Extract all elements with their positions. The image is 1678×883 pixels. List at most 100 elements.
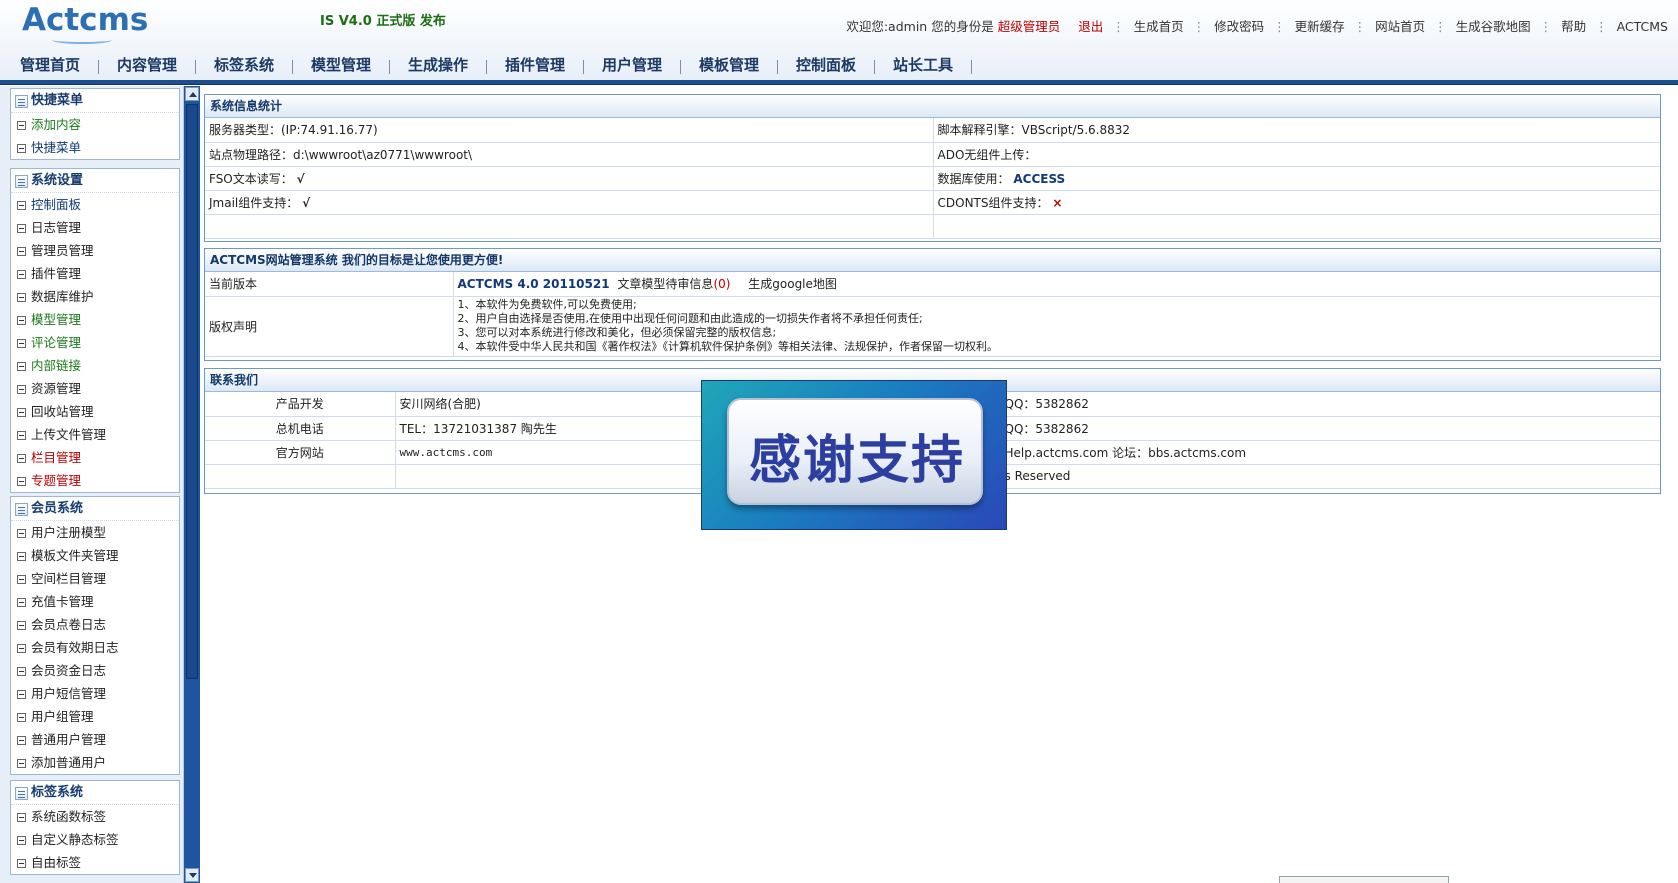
empty-cell xyxy=(205,214,934,239)
sidebar-item[interactable]: 控制面板 xyxy=(11,193,179,216)
sidebar-item-label: 回收站管理 xyxy=(31,404,94,419)
sidebar-item[interactable]: 上传文件管理 xyxy=(11,423,179,446)
nav-item-0[interactable]: 管理首页 xyxy=(2,51,98,79)
sidebar-item-label: 数据库维护 xyxy=(31,289,94,304)
sidebar-item[interactable]: 回收站管理 xyxy=(11,400,179,423)
nav-item-2[interactable]: 标签系统 xyxy=(196,51,292,79)
sidebar-group-title[interactable]: 标签系统 xyxy=(11,781,179,805)
menu-tree-icon xyxy=(15,787,28,800)
sidebar-item[interactable]: 用户短信管理 xyxy=(11,682,179,705)
nav-item-7[interactable]: 模板管理 xyxy=(681,51,777,79)
sidebar-item[interactable]: 普通用户管理 xyxy=(11,728,179,751)
logo-swoosh xyxy=(52,36,112,44)
sidebar-item-label: 资源管理 xyxy=(31,381,82,396)
change-password-link[interactable]: 修改密码 xyxy=(1214,19,1264,34)
sidebar-item[interactable]: 充值卡管理 xyxy=(11,590,179,613)
sidebar-item[interactable]: 模板文件夹管理 xyxy=(11,544,179,567)
collapse-minus-icon xyxy=(17,690,26,699)
help-link[interactable]: 帮助 xyxy=(1561,19,1586,34)
sidebar-item-label: 用户短信管理 xyxy=(31,686,107,701)
sidebar-item[interactable]: 快捷菜单 xyxy=(11,136,179,159)
site-home-link[interactable]: 网站首页 xyxy=(1375,19,1425,34)
sidebar-item[interactable]: 资源管理 xyxy=(11,377,179,400)
scroll-down-arrow-icon[interactable] xyxy=(185,868,199,882)
thanks-badge-button[interactable]: 感谢支持 xyxy=(727,398,983,505)
sidebar-item[interactable]: 系统函数标签 xyxy=(11,805,179,828)
about-panel: ACTCMS网站管理系统 我们的目标是让您使用更方便! 当前版本 ACTCMS … xyxy=(204,248,1661,361)
sidebar-item[interactable]: 评论管理 xyxy=(11,331,179,354)
sidebar-item[interactable]: 栏目管理 xyxy=(11,446,179,469)
jmail-label: Jmail组件支持： xyxy=(209,195,299,210)
actcms-link[interactable]: ACTCMS xyxy=(1617,19,1668,34)
sidebar-item-label: 用户组管理 xyxy=(31,709,94,724)
nav-item-3[interactable]: 模型管理 xyxy=(293,51,389,79)
about-table: 当前版本 ACTCMS 4.0 20110521 文章模型待审信息(0) 生成g… xyxy=(205,272,1660,357)
copyright-text: 1、本软件为免费软件,可以免费使用; 2、用户自由选择是否使用,在使用中出现任何… xyxy=(453,296,1660,357)
database-cell: 数据库使用： ACCESS xyxy=(933,166,1660,191)
sidebar-item-label: 会员有效期日志 xyxy=(31,640,119,655)
nav-item-9[interactable]: 站长工具 xyxy=(875,51,971,79)
status-icons-strip xyxy=(1279,876,1449,883)
sidebar-group-title[interactable]: 系统设置 xyxy=(11,169,179,193)
table-row: 服务器类型：(IP:74.91.16.77) 脚本解释引擎：VBScript/5… xyxy=(205,118,1660,143)
sidebar-item-label: 用户注册模型 xyxy=(31,525,107,540)
thanks-support-badge[interactable]: 感谢支持 xyxy=(701,380,1007,530)
collapse-minus-icon xyxy=(17,316,26,325)
sidebar-item[interactable]: 自定义静态标签 xyxy=(11,828,179,851)
sidebar-item[interactable]: 用户组管理 xyxy=(11,705,179,728)
generate-home-link[interactable]: 生成首页 xyxy=(1134,19,1184,34)
sidebar-item-label: 栏目管理 xyxy=(31,450,82,465)
sidebar-group-title[interactable]: 快捷菜单 xyxy=(11,89,179,113)
sidebar-item[interactable]: 专题管理 xyxy=(11,469,179,492)
google-sitemap-link[interactable]: 生成谷歌地图 xyxy=(1456,19,1531,34)
sidebar-item[interactable]: 内部链接 xyxy=(11,354,179,377)
panel-title: 系统信息统计 xyxy=(205,95,1660,118)
link-separator: ⋮ xyxy=(1192,19,1206,34)
logout-link[interactable]: 退出 xyxy=(1078,19,1103,34)
top-links: 欢迎您:admin 您的身份是 超级管理员 退出 ⋮ 生成首页 ⋮ 修改密码 ⋮… xyxy=(846,16,1668,35)
sidebar-item[interactable]: 模型管理 xyxy=(11,308,179,331)
sidebar-item[interactable]: 添加内容 xyxy=(11,113,179,136)
collapse-minus-icon xyxy=(17,644,26,653)
copyright-line: 3、您可以对本系统进行修改和美化，但必须保留完整的版权信息; xyxy=(457,326,777,339)
sidebar-group: 标签系统 系统函数标签 自定义静态标签 自由标签 xyxy=(10,780,180,875)
nav-item-5[interactable]: 插件管理 xyxy=(487,51,583,79)
sidebar-item[interactable]: 会员资金日志 xyxy=(11,659,179,682)
sidebar-item[interactable]: 插件管理 xyxy=(11,262,179,285)
check-icon: √ xyxy=(302,195,311,210)
sidebar-item[interactable]: 用户注册模型 xyxy=(11,521,179,544)
update-cache-link[interactable]: 更新缓存 xyxy=(1295,19,1345,34)
sidebar-group-title[interactable]: 会员系统 xyxy=(11,497,179,521)
main-nav: 管理首页 内容管理 标签系统 模型管理 生成操作 插件管理 用户管理 模板管理 控制面板 站长工具 xyxy=(0,51,1678,81)
nav-item-8[interactable]: 控制面板 xyxy=(778,51,874,79)
sidebar-scrollbar[interactable] xyxy=(184,86,200,883)
release-announcement[interactable]: IS V4.0 正式版 发布 xyxy=(320,10,446,29)
sidebar-item-label: 专题管理 xyxy=(31,473,82,488)
nav-item-1[interactable]: 内容管理 xyxy=(99,51,195,79)
sidebar-item[interactable]: 数据库维护 xyxy=(11,285,179,308)
pending-count[interactable]: (0) xyxy=(713,277,730,291)
contact-label: 产品开发 xyxy=(205,392,396,417)
help-forum-link[interactable]: Help.actcms.com 论坛：bbs.actcms.com xyxy=(1000,440,1660,465)
nav-item-4[interactable]: 生成操作 xyxy=(390,51,486,79)
sidebar-item[interactable]: 日志管理 xyxy=(11,216,179,239)
sidebar-item-label: 上传文件管理 xyxy=(31,427,107,442)
contact-label: 官方网站 xyxy=(205,440,396,465)
nav-item-6[interactable]: 用户管理 xyxy=(584,51,680,79)
collapse-minus-icon xyxy=(17,247,26,256)
sidebar-item[interactable]: 自由标签 xyxy=(11,851,179,874)
cdonts-cell: CDONTS组件支持： × xyxy=(933,190,1660,215)
scroll-thumb[interactable] xyxy=(186,104,198,679)
sidebar-item-label: 快捷菜单 xyxy=(31,140,82,155)
google-map-link[interactable]: 生成google地图 xyxy=(748,277,837,291)
sidebar-item[interactable]: 空间栏目管理 xyxy=(11,567,179,590)
link-separator: ⋮ xyxy=(1434,19,1447,34)
collapse-minus-icon xyxy=(17,667,26,676)
scroll-up-arrow-icon[interactable] xyxy=(185,87,199,101)
sidebar-item[interactable]: 管理员管理 xyxy=(11,239,179,262)
actcms-logo[interactable]: Actcms xyxy=(22,2,152,46)
sidebar-item[interactable]: 添加普通用户 xyxy=(11,751,179,774)
sidebar-item[interactable]: 会员有效期日志 xyxy=(11,636,179,659)
pending-link[interactable]: 文章模型待审信息 xyxy=(617,277,713,291)
sidebar-item[interactable]: 会员点卷日志 xyxy=(11,613,179,636)
